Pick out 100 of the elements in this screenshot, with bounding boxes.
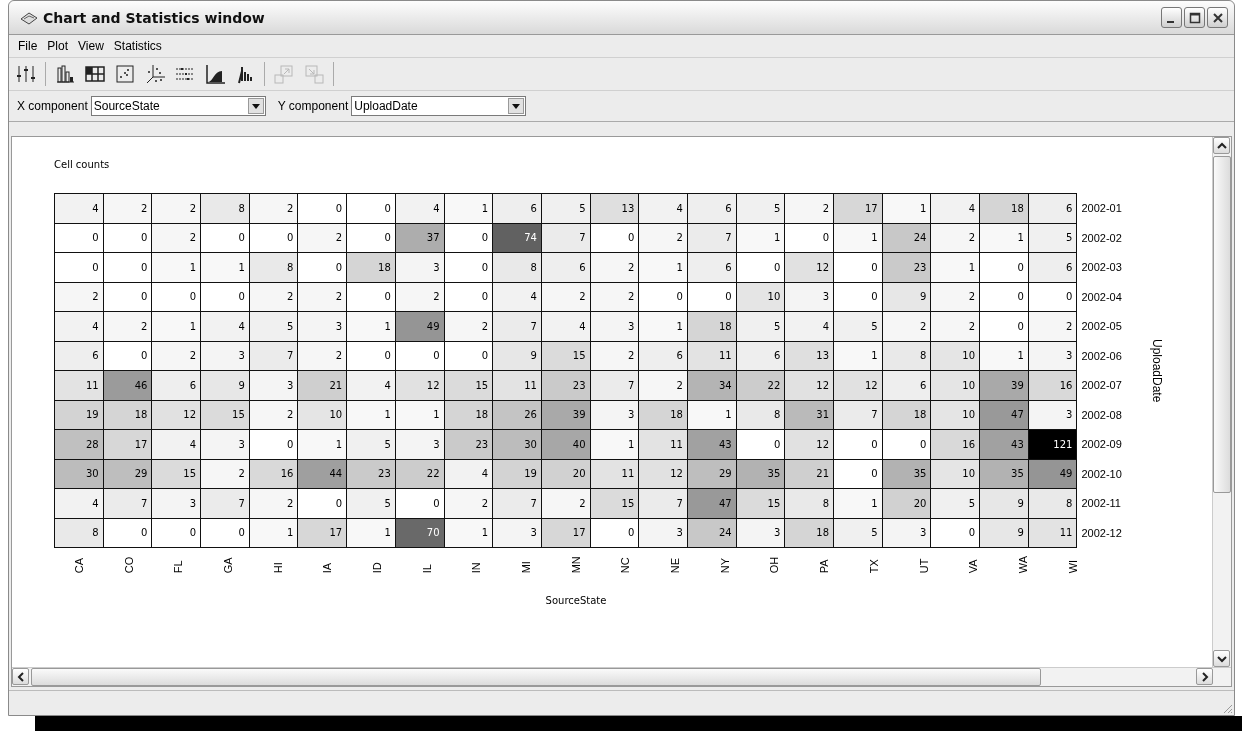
scroll-down-button[interactable] [1213, 650, 1230, 667]
table-cell: 11 [54, 370, 104, 400]
maximize-button[interactable] [1184, 7, 1205, 28]
chevron-right-icon [1200, 671, 1209, 682]
table-cell: 6 [1028, 193, 1077, 223]
table-cell: 2 [103, 193, 152, 223]
table-cell: 4 [54, 193, 104, 223]
table-cell: 0 [297, 193, 347, 223]
row-label: 2002-08 [1076, 400, 1124, 430]
row-label: 2002-11 [1076, 488, 1124, 518]
caret-icon [251, 103, 260, 109]
column-label: IA [321, 561, 334, 574]
table-cell: 18 [979, 193, 1029, 223]
column-label: HI [271, 561, 284, 574]
close-button[interactable] [1207, 7, 1228, 28]
column-label: ID [370, 561, 383, 574]
column-label: GA [221, 556, 234, 574]
table-cell: 4 [54, 488, 104, 518]
column-label: UT [917, 557, 930, 574]
minimize-icon [1166, 20, 1174, 23]
row-label: 2002-06 [1076, 341, 1124, 371]
scroll-right-button[interactable] [1196, 668, 1213, 685]
row-label: 2002-01 [1076, 193, 1124, 223]
table-cell: 6 [54, 341, 104, 371]
column-label: TX [867, 558, 880, 574]
column-label: WA [1016, 556, 1029, 574]
column-label: WI [1066, 558, 1079, 574]
scroll-thumb[interactable] [1213, 156, 1231, 493]
table-cell: 2 [54, 282, 104, 312]
chevron-up-icon [1216, 141, 1227, 150]
chevron-down-icon [1216, 654, 1227, 663]
table-cell: 4 [54, 311, 104, 341]
table-cell: 4 [930, 193, 980, 223]
menu-item[interactable]: Plot [42, 39, 74, 53]
sliders-icon[interactable] [15, 63, 37, 85]
table-cell: 5 [736, 193, 785, 223]
table-cell: 8 [54, 518, 104, 548]
table-cell: 4 [395, 193, 444, 223]
column-label: FL [172, 559, 185, 574]
row-label: 2002-12 [1076, 518, 1124, 548]
table-cell: 13 [590, 193, 639, 223]
scroll-left-button[interactable] [12, 668, 29, 685]
table-cell: 17 [833, 193, 883, 223]
column-label: IL [420, 563, 433, 574]
table-cell: 8 [200, 193, 250, 223]
table-cell: 5 [541, 193, 591, 223]
chevron-left-icon [16, 671, 25, 682]
x-axis-label: SourceState [544, 595, 608, 607]
scroll-thumb[interactable] [31, 668, 1041, 686]
dropdown[interactable]: UploadDate [351, 96, 527, 116]
row-label: 2002-04 [1076, 282, 1124, 312]
table-cell: 28 [54, 429, 104, 459]
table-cell: 0 [54, 252, 104, 282]
table-cell: 30 [54, 459, 104, 489]
row-label: 2002-07 [1076, 370, 1124, 400]
menu-item[interactable]: View [73, 39, 109, 53]
resize-grip-icon[interactable] [1221, 702, 1233, 714]
column-label: NC [619, 556, 632, 574]
column-label: CA [72, 557, 85, 574]
horizontal-scrollbar[interactable] [12, 667, 1231, 686]
scatter-plot-icon[interactable] [114, 63, 136, 85]
column-label: MI [520, 560, 533, 574]
table-cell: 2 [249, 193, 298, 223]
maximize-icon [1188, 11, 1201, 24]
column-label: OH [768, 556, 781, 574]
dropdown[interactable]: SourceState [90, 96, 266, 116]
column-label: MN [569, 556, 582, 574]
field-label: Y component [277, 99, 349, 113]
table-cell: 2 [151, 193, 201, 223]
bar-chart-icon[interactable] [54, 63, 76, 85]
row-label: 2002-03 [1076, 252, 1124, 282]
caret-icon [512, 103, 521, 109]
table-cell: 6 [492, 193, 542, 223]
scroll-up-button[interactable] [1213, 137, 1230, 154]
row-label: 2002-02 [1076, 223, 1124, 253]
row-label: 2002-05 [1076, 311, 1124, 341]
table-cell: 1 [882, 193, 931, 223]
scatter-axes-icon[interactable] [144, 63, 166, 85]
y-axis-label: UploadDate [1149, 338, 1164, 403]
column-label: VA [967, 558, 980, 574]
minimize-button[interactable] [1161, 7, 1182, 28]
table-cell: 2 [784, 193, 834, 223]
column-label: IN [470, 561, 483, 574]
area-chart-icon[interactable] [204, 63, 226, 85]
column-label: CO [122, 556, 135, 574]
column-label: NE [669, 557, 682, 574]
window-title: Chart and Statistics window [43, 9, 266, 26]
table-cell: 1 [444, 193, 493, 223]
table-cell: 19 [54, 400, 104, 430]
vertical-scrollbar[interactable] [1212, 137, 1231, 667]
menu-item[interactable]: Statistics [108, 39, 167, 53]
field-label: X component [17, 99, 88, 113]
table-cell: 0 [346, 193, 396, 223]
column-label: NY [718, 557, 731, 574]
chart-title: Cell counts [54, 159, 111, 172]
row-label: 2002-09 [1076, 429, 1124, 459]
close-icon [1211, 11, 1224, 24]
grid-icon[interactable] [84, 63, 106, 85]
table-cell: 0 [54, 223, 104, 253]
menu-item[interactable]: File [13, 39, 43, 53]
